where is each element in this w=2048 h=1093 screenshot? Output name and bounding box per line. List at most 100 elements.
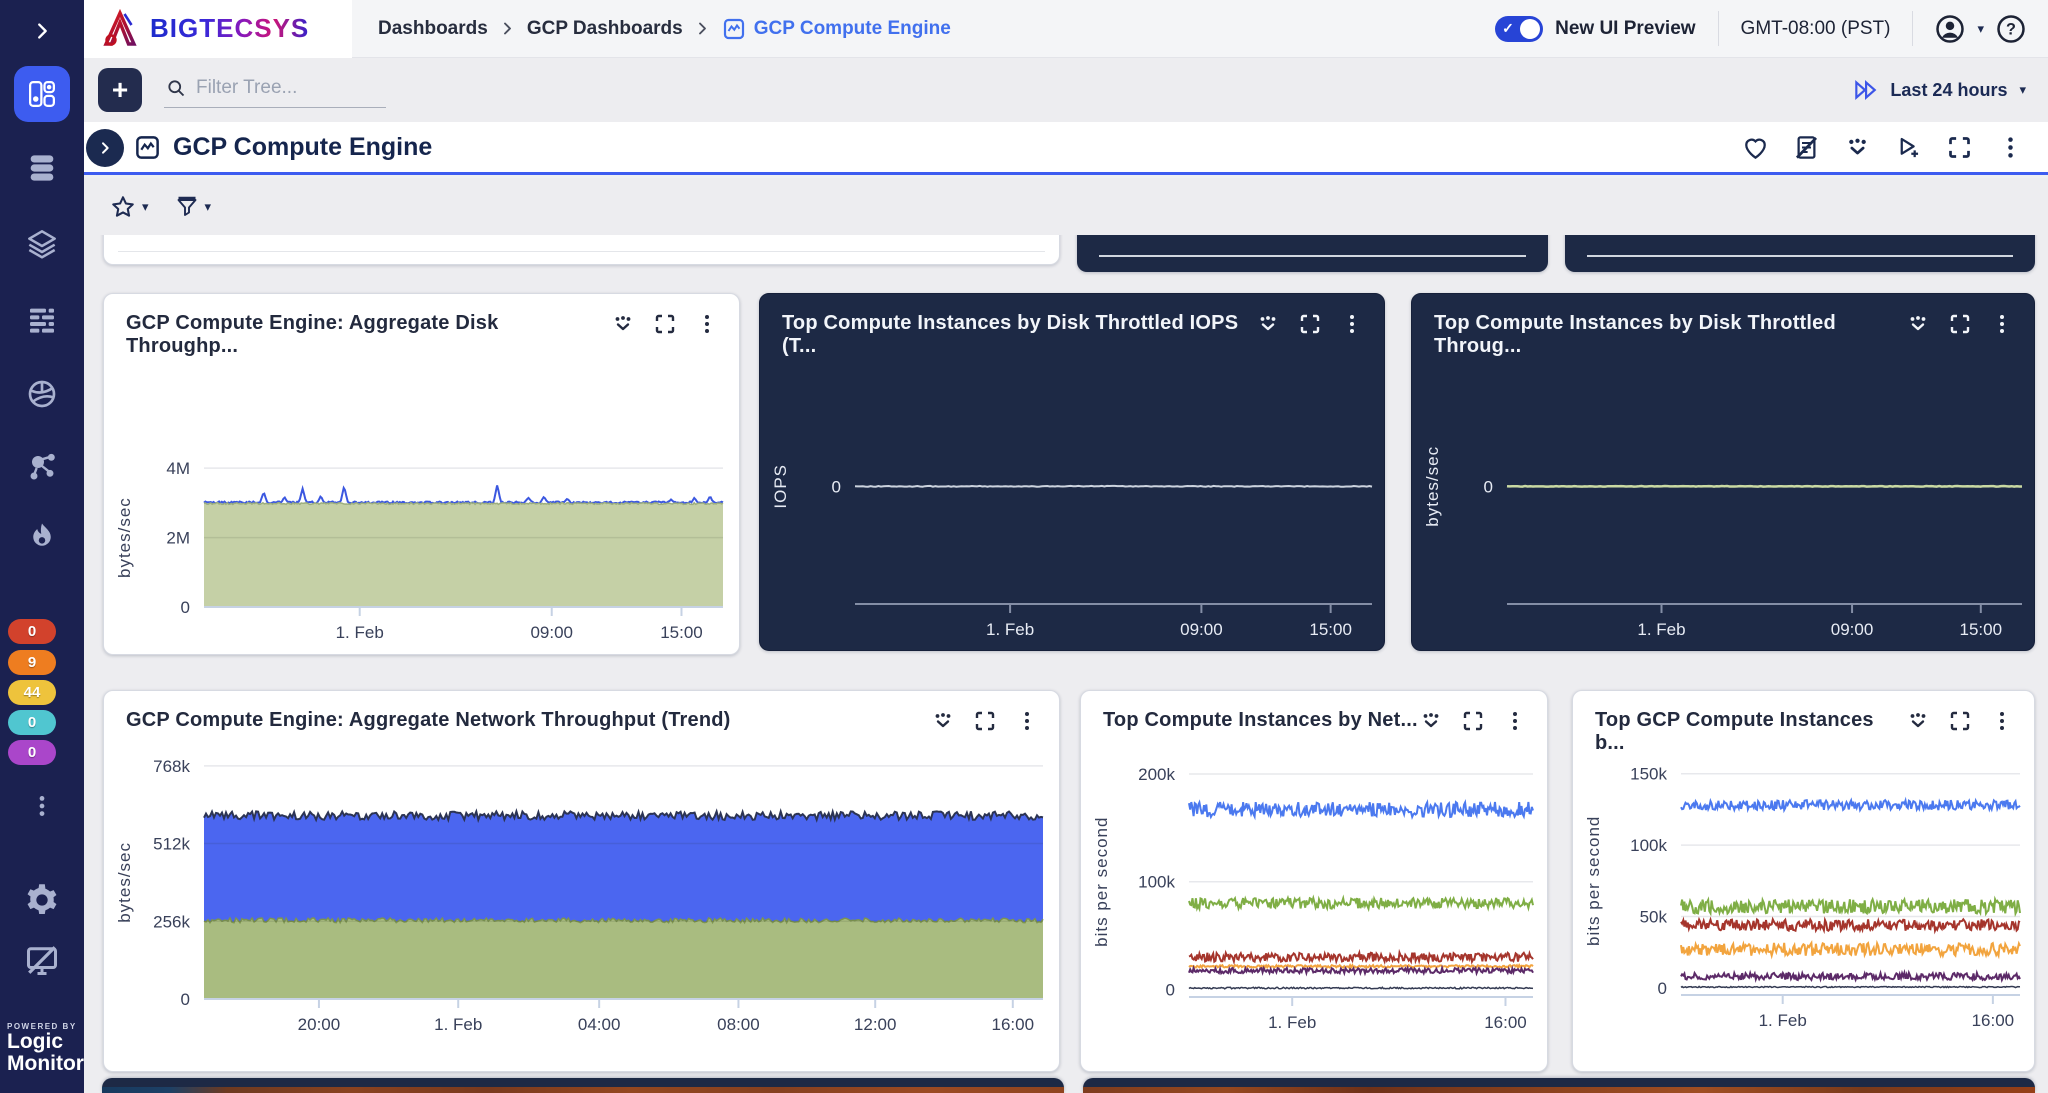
fullscreen-icon[interactable]	[1948, 709, 1972, 733]
chart-aggregate-network-throughput[interactable]: 768k512k256k020:001. Feb04:0008:0012:001…	[104, 741, 1059, 1067]
svg-text:04:00: 04:00	[578, 1015, 621, 1034]
fast-forward-icon[interactable]	[1852, 77, 1878, 103]
svg-text:2M: 2M	[166, 529, 190, 548]
breadcrumb-current[interactable]: GCP Compute Engine	[722, 17, 951, 41]
partial-widget-above-middle	[1077, 235, 1548, 272]
widget-aggregate-network-throughput: GCP Compute Engine: Aggregate Network Th…	[103, 690, 1060, 1072]
new-ui-preview-group: ✓ New UI Preview	[1473, 11, 1717, 45]
svg-text:1. Feb: 1. Feb	[1759, 1011, 1807, 1030]
chart-top-gcp-instances[interactable]: 150k100k50k01. Feb16:00bits per second	[1573, 741, 2034, 1067]
page-title: GCP Compute Engine	[173, 133, 432, 162]
kebab-menu-icon[interactable]	[1503, 709, 1527, 733]
widget-top-disk-throttled-throughput: Top Compute Instances by Disk Throttled …	[1411, 293, 2035, 651]
logs-icon	[26, 304, 58, 336]
kebab-menu-icon[interactable]	[695, 312, 719, 336]
breadcrumb-current-label: GCP Compute Engine	[754, 18, 951, 40]
kebab-menu-icon[interactable]	[1990, 709, 2014, 733]
kebab-menu-icon[interactable]	[1015, 709, 1039, 733]
collapse-tree-button[interactable]	[86, 129, 124, 167]
show-values-icon[interactable]	[1256, 312, 1280, 336]
time-range-group[interactable]: Last 24 hours ▾	[1852, 77, 2048, 103]
svg-text:15:00: 15:00	[1960, 620, 2003, 639]
sidebar-item-resources[interactable]	[0, 150, 84, 186]
sidebar-item-insights[interactable]	[0, 518, 84, 554]
svg-text:0: 0	[832, 477, 841, 496]
svg-text:12:00: 12:00	[854, 1015, 897, 1034]
svg-text:bytes/sec: bytes/sec	[115, 497, 134, 578]
sidebar-settings-button[interactable]	[0, 880, 84, 920]
fullscreen-icon[interactable]	[653, 312, 677, 336]
show-values-icon[interactable]	[1844, 134, 1871, 161]
fullscreen-icon[interactable]	[1461, 709, 1485, 733]
alert-badge-other[interactable]: 0	[8, 740, 56, 765]
svg-text:15:00: 15:00	[660, 623, 703, 642]
show-values-icon[interactable]	[1906, 312, 1930, 336]
chart-top-instances-by-network[interactable]: 200k100k01. Feb16:00bits per second	[1081, 741, 1547, 1067]
report-disabled-icon[interactable]	[1793, 134, 1820, 161]
chart-top-disk-throttled-throughput[interactable]: 01. Feb09:0015:00bytes/sec	[1412, 344, 2034, 646]
show-values-icon[interactable]	[931, 709, 955, 733]
favorites-dropdown[interactable]: ▾	[110, 194, 149, 220]
svg-text:bits per second: bits per second	[1584, 816, 1603, 946]
kebab-menu-icon[interactable]	[1997, 134, 2024, 161]
chart-top-disk-throttled-iops[interactable]: 01. Feb09:0015:00IOPS	[760, 344, 1384, 646]
alert-badge-warning[interactable]: 44	[8, 680, 56, 705]
fullscreen-icon[interactable]	[1946, 134, 1973, 161]
sidebar-item-modules[interactable]	[0, 226, 84, 262]
partial-widget-below-right	[1083, 1078, 2035, 1093]
kebab-menu-icon	[29, 793, 55, 819]
fullscreen-icon[interactable]	[1298, 312, 1322, 336]
sidebar-more-button[interactable]	[0, 788, 84, 824]
filter-dropdown[interactable]: ▾	[175, 195, 212, 219]
new-ui-preview-label: New UI Preview	[1555, 18, 1695, 40]
show-values-icon[interactable]	[1906, 709, 1930, 733]
sidebar-expand-button[interactable]	[0, 14, 84, 48]
widget-top-gcp-instances: Top GCP Compute Instances b... 150k100k5…	[1572, 690, 2035, 1072]
filter-tree-search[interactable]	[164, 73, 386, 108]
fullscreen-icon[interactable]	[1948, 312, 1972, 336]
chart-aggregate-disk-throughput[interactable]: 4M2M01. Feb09:0015:00bytes/sec	[104, 344, 739, 650]
brand-logo[interactable]: BIGTECSYS	[84, 0, 352, 58]
filter-tree-input[interactable]	[196, 77, 366, 99]
kebab-menu-icon[interactable]	[1990, 312, 2014, 336]
svg-text:?: ?	[2006, 20, 2016, 38]
svg-text:200k: 200k	[1138, 765, 1175, 784]
alert-badge-error[interactable]: 9	[8, 650, 56, 675]
sidebar-item-websites[interactable]	[0, 376, 84, 412]
alert-badge-critical[interactable]: 0	[8, 619, 56, 644]
svg-text:256k: 256k	[153, 912, 190, 931]
sidebar-item-topology[interactable]	[0, 448, 84, 484]
favorite-heart-icon[interactable]	[1742, 134, 1769, 161]
show-values-icon[interactable]	[1419, 709, 1443, 733]
svg-text:0: 0	[1166, 980, 1175, 999]
widget-header[interactable]: Top Compute Instances by Net...	[1081, 691, 1547, 733]
widget-header[interactable]: GCP Compute Engine: Aggregate Network Th…	[104, 691, 1059, 733]
time-range-label[interactable]: Last 24 hours	[1890, 80, 2007, 101]
sidebar-remote-session-button[interactable]	[0, 938, 84, 982]
check-icon: ✓	[1502, 20, 1514, 37]
svg-text:150k: 150k	[1630, 765, 1667, 784]
new-ui-preview-toggle[interactable]: ✓	[1495, 16, 1543, 42]
user-avatar-icon[interactable]	[1935, 14, 1965, 44]
breadcrumb-dashboards[interactable]: Dashboards	[378, 18, 488, 40]
alert-badge-info[interactable]: 0	[8, 710, 56, 735]
svg-text:16:00: 16:00	[992, 1015, 1035, 1034]
svg-text:15:00: 15:00	[1309, 620, 1352, 639]
caret-down-icon[interactable]: ▾	[1977, 21, 1984, 37]
sidebar-item-dashboards[interactable]	[14, 66, 70, 122]
breadcrumb-gcp-dashboards[interactable]: GCP Dashboards	[527, 18, 683, 40]
fullscreen-icon[interactable]	[973, 709, 997, 733]
widget-aggregate-disk-throughput: GCP Compute Engine: Aggregate Disk Throu…	[103, 293, 740, 655]
svg-text:50k: 50k	[1640, 907, 1668, 926]
caret-down-icon[interactable]: ▾	[2019, 82, 2026, 98]
account-group: ▾ ?	[1912, 11, 2048, 45]
logicmonitor-logo-line1: Logic	[7, 1031, 87, 1053]
play-add-icon[interactable]	[1895, 134, 1922, 161]
svg-text:0: 0	[1658, 979, 1667, 998]
add-button[interactable]: +	[98, 68, 142, 112]
logicmonitor-logo-line2: Monitor	[7, 1053, 87, 1075]
help-icon[interactable]: ?	[1996, 14, 2026, 44]
kebab-menu-icon[interactable]	[1340, 312, 1364, 336]
sidebar-item-logs[interactable]	[0, 302, 84, 338]
show-values-icon[interactable]	[611, 312, 635, 336]
